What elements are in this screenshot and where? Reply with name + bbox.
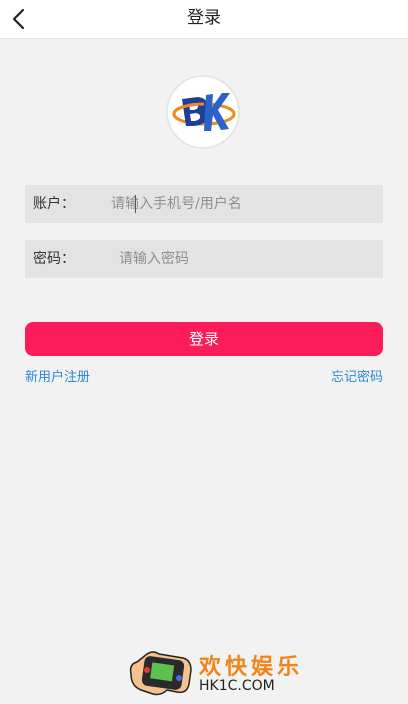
page-title: 登录 — [187, 8, 221, 28]
password-label: 密码： — [33, 251, 75, 267]
nav-bar: 登录 — [0, 0, 408, 39]
watermark: 欢快娱乐 HK1C.COM — [127, 644, 299, 700]
register-link[interactable]: 新用户注册 — [25, 366, 90, 385]
password-input[interactable] — [119, 240, 381, 278]
account-input[interactable] — [111, 185, 373, 223]
password-field: 密码： — [25, 240, 383, 278]
watermark-title: 欢快娱乐 — [199, 655, 304, 680]
watermark-url: HK1C.COM — [199, 678, 275, 694]
account-label: 账户： — [33, 196, 75, 212]
game-controller-icon — [129, 651, 192, 696]
bk-logo-icon — [172, 93, 236, 131]
account-field: 账户： — [25, 185, 383, 223]
bk-logo — [166, 75, 240, 149]
login-button[interactable]: 登录 — [25, 322, 383, 356]
text-cursor — [135, 195, 136, 213]
forgot-password-link[interactable]: 忘记密码 — [331, 366, 383, 385]
